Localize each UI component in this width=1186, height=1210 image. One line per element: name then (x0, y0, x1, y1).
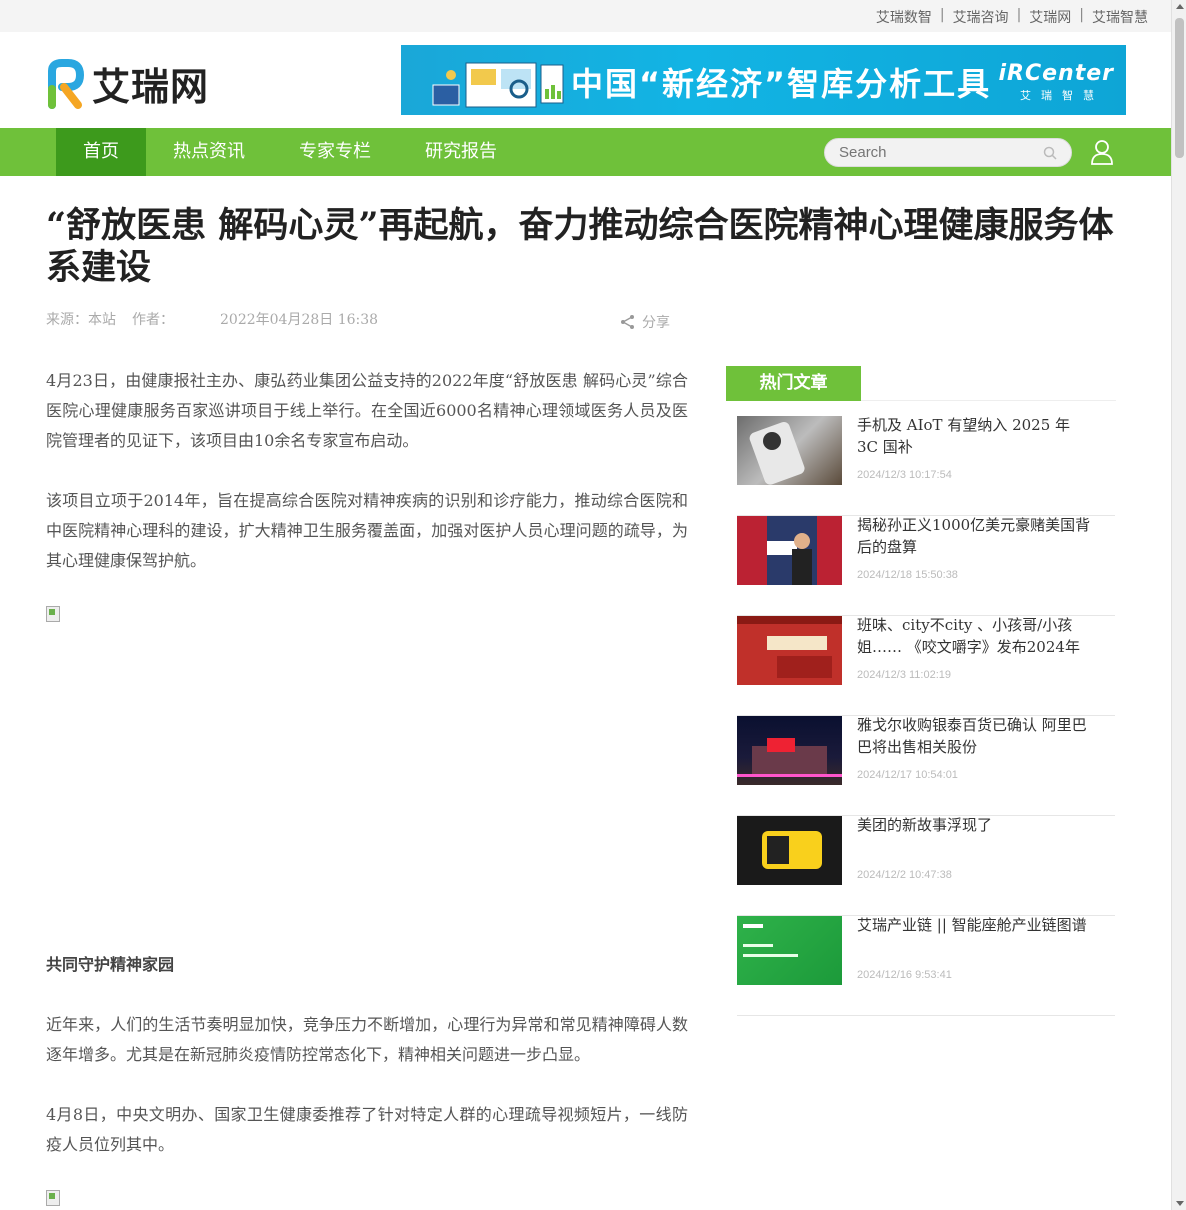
top-link-zhihui[interactable]: 艾瑞智慧 (1092, 7, 1148, 27)
scroll-down-icon[interactable] (1176, 1201, 1184, 1206)
top-links: 艾瑞数智 | 艾瑞咨询 | 艾瑞网 | 艾瑞智慧 (875, 7, 1148, 27)
list-item[interactable]: 手机及 AIoT 有望纳入 2025 年 3C 国补 2024/12/3 10:… (737, 416, 1115, 516)
share-label: 分享 (642, 315, 670, 331)
banner-sub: 艾瑞智慧 (1020, 89, 1104, 102)
main-nav: 首页 热点资讯 专家专栏 研究报告 (0, 128, 1186, 176)
hot-article-date: 2024/12/17 10:54:01 (857, 769, 958, 781)
hot-article-date: 2024/12/3 10:17:54 (857, 469, 952, 481)
article-thumbnail[interactable] (737, 816, 842, 885)
top-link-zixun[interactable]: 艾瑞咨询 (953, 7, 1009, 27)
list-item[interactable]: 艾瑞产业链 || 智能座舱产业链图谱 2024/12/16 9:53:41 (737, 916, 1115, 1016)
search-input[interactable] (825, 139, 1025, 166)
list-item[interactable]: 班味、city不city 、小孩哥/小孩姐…… 《咬文嚼字》发布2024年十 2… (737, 616, 1115, 716)
article-date: 2022年04月28日 16:38 (220, 312, 379, 328)
top-link-wang[interactable]: 艾瑞网 (1029, 7, 1071, 27)
article-thumbnail[interactable] (737, 416, 842, 485)
banner-brand: iRCenter (998, 61, 1114, 86)
hot-article-title[interactable]: 班味、city不city 、小孩哥/小孩姐…… 《咬文嚼字》发布2024年十 (857, 614, 1092, 658)
article-thumbnail[interactable] (737, 916, 842, 985)
article-thumbnail[interactable] (737, 616, 842, 685)
paragraph: 4月8日，中央文明办、国家卫生健康委推荐了针对特定人群的心理疏导视频短片，一线防… (46, 1105, 688, 1154)
sidebar-title: 热门文章 (726, 366, 861, 401)
article-image (46, 606, 688, 926)
paragraph: 4月23日，由健康报社主办、康弘药业集团公益支持的2022年度“舒放医患 解码心… (46, 371, 688, 450)
hot-article-date: 2024/12/3 11:02:19 (857, 669, 951, 681)
hot-article-title[interactable]: 艾瑞产业链 || 智能座舱产业链图谱 (857, 914, 1092, 958)
article-meta: 来源：本站 作者： 2022年04月28日 16:38 (46, 309, 378, 329)
hot-article-title[interactable]: 美团的新故事浮现了 (857, 814, 1092, 858)
sidebar-hot-articles: 热门文章 手机及 AIoT 有望纳入 2025 年 3C 国补 2024/12/… (726, 366, 1126, 1016)
article-author: 作者： (132, 312, 174, 328)
article-image (46, 1190, 688, 1206)
hot-article-title[interactable]: 揭秘孙正义1000亿美元豪赌美国背后的盘算 (857, 514, 1092, 558)
hot-article-title[interactable]: 手机及 AIoT 有望纳入 2025 年 3C 国补 (857, 414, 1092, 458)
site-logo[interactable]: 艾瑞网 (46, 56, 209, 111)
article-thumbnail[interactable] (737, 716, 842, 785)
broken-image-icon (46, 606, 60, 622)
article-thumbnail[interactable] (737, 516, 842, 585)
hot-article-date: 2024/12/2 10:47:38 (857, 869, 952, 881)
section-heading: 共同守护精神家园 (46, 955, 175, 974)
nav-item-reports[interactable]: 研究报告 (398, 128, 524, 176)
paragraph: 近年来，人们的生活节奏明显加快，竞争压力不断增加，心理行为异常和常见精神障碍人数… (46, 1015, 688, 1064)
list-item[interactable]: 揭秘孙正义1000亿美元豪赌美国背后的盘算 2024/12/18 15:50:3… (737, 516, 1115, 616)
search-box (824, 138, 1072, 167)
list-item[interactable]: 美团的新故事浮现了 2024/12/2 10:47:38 (737, 816, 1115, 916)
paragraph: 该项目立项于2014年，旨在提高综合医院对精神疾病的识别和诊疗能力，推动综合医院… (46, 491, 688, 570)
search-icon[interactable] (1043, 146, 1057, 160)
top-bar: 艾瑞数智 | 艾瑞咨询 | 艾瑞网 | 艾瑞智慧 (0, 0, 1186, 32)
share-icon (621, 315, 634, 329)
nav-item-expert[interactable]: 专家专栏 (272, 128, 398, 176)
hot-article-date: 2024/12/18 15:50:38 (857, 569, 958, 581)
hot-article-date: 2024/12/16 9:53:41 (857, 969, 952, 981)
top-link-shuzhi[interactable]: 艾瑞数智 (876, 7, 932, 27)
banner-title: 中国“新经济”智库分析工具 (571, 65, 992, 103)
logo-icon (48, 58, 84, 109)
logo-text: 艾瑞网 (92, 64, 210, 109)
list-item[interactable]: 雅戈尔收购银泰百货已确认 阿里巴巴将出售相关股份 2024/12/17 10:5… (737, 716, 1115, 816)
nav-item-hot-news[interactable]: 热点资讯 (146, 128, 272, 176)
user-icon[interactable] (1090, 139, 1114, 165)
nav-item-home[interactable]: 首页 (56, 128, 146, 176)
share-button[interactable]: 分享 (620, 312, 670, 332)
divider (861, 400, 1116, 401)
broken-image-icon (46, 1190, 60, 1206)
hot-article-title[interactable]: 雅戈尔收购银泰百货已确认 阿里巴巴将出售相关股份 (857, 714, 1092, 758)
header: 艾瑞网 中国“新经济”智库分析工具 iRCenter 艾瑞智慧 (0, 32, 1186, 128)
article-source: 来源：本站 (46, 312, 116, 328)
scroll-up-icon[interactable] (1176, 4, 1184, 9)
scroll-thumb[interactable] (1175, 18, 1184, 158)
ad-banner[interactable]: 中国“新经济”智库分析工具 iRCenter 艾瑞智慧 (401, 45, 1126, 115)
page-scrollbar[interactable] (1171, 0, 1186, 1210)
article-title: “舒放医患 解码心灵”再起航，奋力推动综合医院精神心理健康服务体系建设 (46, 205, 1114, 288)
article-body: 4月23日，由健康报社主办、康弘药业集团公益支持的2022年度“舒放医患 解码心… (46, 366, 688, 1206)
banner-illustration (432, 62, 564, 108)
